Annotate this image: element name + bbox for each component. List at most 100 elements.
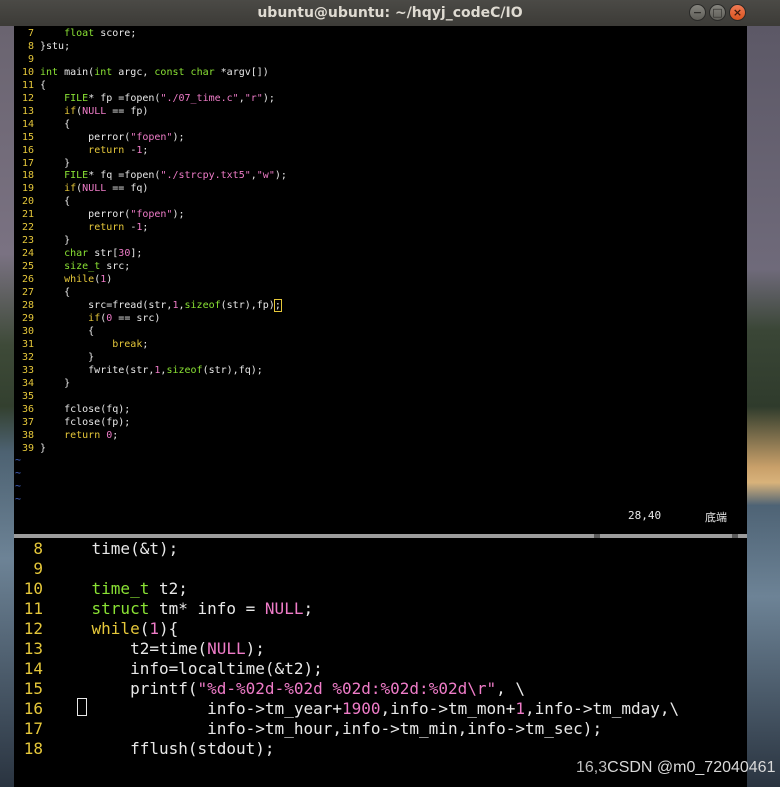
code-line[interactable]: 8 time(&t); [14,539,679,559]
code-line[interactable]: 13 t2=time(NULL); [14,639,679,659]
code-line[interactable]: 15 printf("%d-%02d-%02d %02d:%02d:%02d\r… [14,679,679,699]
line-text: } [40,157,71,169]
line-text: FILE* fq =fopen("./strcpy.txt5","w"); [64,170,287,182]
code-line[interactable]: 20 { [14,196,287,209]
line-number: 15 [21,131,34,143]
code-line[interactable]: 24 char str[30]; [14,248,287,261]
top-code-area[interactable]: 7 float score; 8}stu; 9 10 int main(int argc… [14,28,287,507]
code-line[interactable]: 25 size_t src; [14,261,287,274]
line-text: } [40,351,95,363]
line-number: 10 [23,579,43,598]
code-line[interactable]: 21 perror("fopen"); [14,209,287,222]
line-number: 18 [21,170,34,182]
close-button[interactable]: × [729,4,746,21]
code-line[interactable]: 37 fclose(fp); [14,417,287,430]
window-titlebar[interactable]: ubuntu@ubuntu: ~/hqyj_codeC/IO − □ × [0,0,780,26]
desktop-wallpaper-right [747,26,780,787]
line-number: 29 [21,312,34,324]
code-line[interactable]: 15 perror("fopen"); [14,132,287,145]
code-line[interactable]: 28 src=fread(str,1,sizeof(str),fp); [14,299,287,313]
line-text: return -1; [88,144,149,156]
code-line[interactable]: 16 info->tm_year+1900,info->tm_mon+1,inf… [14,699,679,719]
line-text: time_t t2; [91,579,188,598]
line-number: 12 [21,92,34,104]
code-line[interactable]: 22 return -1; [14,222,287,235]
line-number: 36 [21,403,34,415]
code-line[interactable]: 17 info->tm_hour,info->tm_min,info->tm_s… [14,719,679,739]
line-number: 20 [21,196,34,208]
maximize-button[interactable]: □ [709,4,726,21]
code-line[interactable]: 13 if(NULL == fp) [14,106,287,119]
code-line[interactable]: 12 while(1){ [14,619,679,639]
code-line[interactable]: 7 float score; [14,28,287,41]
code-line[interactable]: 32 } [14,352,287,365]
scroll-indicator: 底端 [705,511,727,524]
line-number: 17 [23,719,43,738]
line-text: char str[30]; [64,248,143,260]
line-number: 8 [27,40,34,52]
line-number: 39 [21,442,34,454]
code-line[interactable]: 34 } [14,378,287,391]
line-text: fwrite(str,1,sizeof(str),fq); [40,364,263,376]
vim-bottom-pane[interactable]: 8 time(&t); 9 10 time_t t2; 11 struct tm* i… [14,538,747,787]
code-line[interactable]: 8}stu; [14,41,287,54]
line-number: 7 [27,28,34,39]
empty-line-tilde: ~ [15,481,22,493]
line-text: if(NULL == fq) [64,183,149,195]
text-cursor [77,698,87,716]
line-number: 33 [21,364,34,376]
minimize-button[interactable]: − [689,4,706,21]
line-text: t2=time(NULL); [53,639,265,658]
bottom-code-area[interactable]: 8 time(&t); 9 10 time_t t2; 11 struct tm* i… [14,539,679,759]
code-line[interactable]: 27 { [14,287,287,300]
code-line[interactable]: 9 [14,54,287,67]
code-line[interactable]: 11 struct tm* info = NULL; [14,599,679,619]
line-number: 11 [21,79,34,91]
line-text: if(NULL == fp) [64,105,149,117]
code-line[interactable]: 12 FILE* fp =fopen("./07_time.c","r"); [14,93,287,106]
line-text: int main(int argc, const char *argv[]) [40,66,269,78]
code-line[interactable]: 19 if(NULL == fq) [14,183,287,196]
line-number: 14 [21,118,34,130]
code-line[interactable]: 36 fclose(fq); [14,404,287,417]
code-line[interactable]: 18 FILE* fq =fopen("./strcpy.txt5","w"); [14,170,287,183]
code-line[interactable]: 14 { [14,119,287,132]
code-line[interactable]: 11 { [14,80,287,93]
line-number: 9 [33,559,43,578]
line-number: 32 [21,351,34,363]
line-text: size_t src; [64,261,131,273]
code-line[interactable]: 18 fflush(stdout); [14,739,679,759]
code-line[interactable]: 17 } [14,158,287,171]
code-line[interactable]: 30 { [14,326,287,339]
code-line[interactable]: 14 info=localtime(&t2); [14,659,679,679]
code-line[interactable]: 31 break; [14,339,287,352]
status-fragment: 16,3 [576,759,608,776]
watermark-text: CSDN @m0_72040461 [607,759,776,776]
code-line[interactable]: 33 fwrite(str,1,sizeof(str),fq); [14,365,287,378]
line-text: float score; [64,28,137,39]
code-line[interactable]: 10 int main(int argc, const char *argv[]) [14,67,287,80]
code-line[interactable]: 39} [14,443,287,456]
line-number: 13 [21,105,34,117]
code-line[interactable]: 16 return -1; [14,145,287,158]
line-number: 28 [21,300,34,312]
code-line[interactable]: 23 } [14,235,287,248]
line-text: { [40,118,71,130]
code-line[interactable]: 10 time_t t2; [14,579,679,599]
line-text: struct tm* info = NULL; [91,599,314,618]
line-text: src=fread(str,1,sizeof(str),fp); [40,299,282,313]
code-line[interactable]: 38 return 0; [14,430,287,443]
line-text: while(1) [64,274,113,286]
line-number: 18 [23,739,43,758]
line-text: info->tm_hour,info->tm_min,info->tm_sec)… [53,719,603,738]
code-line[interactable]: 9 [14,559,679,579]
vim-top-pane[interactable]: 7 float score; 8}stu; 9 10 int main(int argc… [14,26,747,534]
line-text: fclose(fp); [40,416,131,428]
line-text: while(1){ [91,619,179,638]
code-line[interactable]: 26 while(1) [14,274,287,287]
code-line[interactable]: 35 [14,391,287,404]
line-text: info=localtime(&t2); [53,659,323,678]
code-line[interactable]: 29 if(0 == src) [14,313,287,326]
line-text: } [40,235,71,247]
line-number: 16 [23,699,43,718]
